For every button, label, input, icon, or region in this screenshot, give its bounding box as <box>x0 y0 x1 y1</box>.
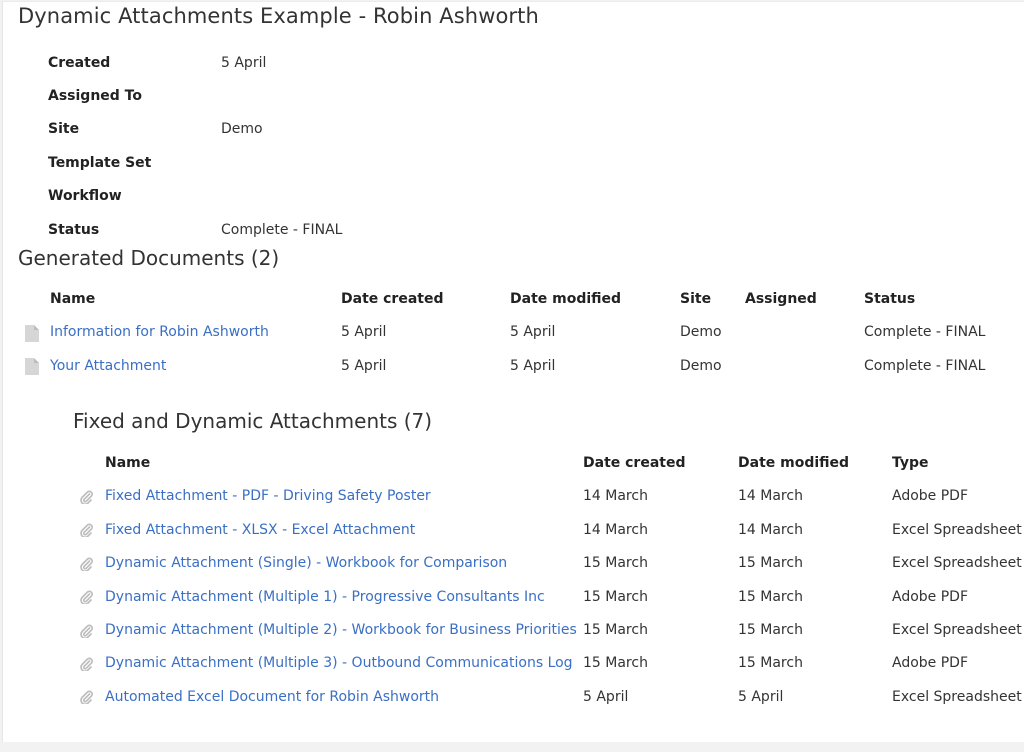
date-created: 14 March <box>583 488 648 505</box>
column-header-type[interactable]: Type <box>892 447 929 480</box>
properties-list: Created 5 April Assigned To Site Demo Te… <box>48 46 342 246</box>
column-header-name[interactable]: Name <box>50 283 95 316</box>
page-title: Dynamic Attachments Example - Robin Ashw… <box>18 4 539 28</box>
column-header-date-modified[interactable]: Date modified <box>510 283 621 316</box>
property-label: Workflow <box>48 188 122 205</box>
table-row: Automated Excel Document for Robin Ashwo… <box>0 681 1024 714</box>
property-status: Status Complete - FINAL <box>48 213 342 246</box>
table-row: Information for Robin Ashworth 5 April 5… <box>0 316 1024 349</box>
date-modified: 5 April <box>738 688 784 705</box>
paperclip-icon <box>80 647 93 680</box>
property-label: Site <box>48 121 80 138</box>
table-row: Fixed Attachment - XLSX - Excel Attachme… <box>0 514 1024 547</box>
attachments-rows: Fixed Attachment - PDF - Driving Safety … <box>0 480 1024 714</box>
site: Demo <box>680 357 722 374</box>
attachment-link[interactable]: Dynamic Attachment (Multiple 3) - Outbou… <box>105 647 573 680</box>
table-header: Name Date created Date modified Site Ass… <box>0 283 1024 316</box>
property-label: Template Set <box>48 154 152 171</box>
column-header-date-modified[interactable]: Date modified <box>738 447 849 480</box>
table-row: Dynamic Attachment (Multiple 3) - Outbou… <box>0 647 1024 680</box>
attachment-type: Excel Spreadsheet <box>892 621 1022 638</box>
column-header-status[interactable]: Status <box>864 283 915 316</box>
attachment-type: Excel Spreadsheet <box>892 688 1022 705</box>
property-label: Created <box>48 54 111 71</box>
date-created: 5 April <box>583 688 629 705</box>
generated-documents-table: Name Date created Date modified Site Ass… <box>0 283 1024 383</box>
date-created: 5 April <box>341 324 387 341</box>
date-created: 5 April <box>341 357 387 374</box>
table-row: Dynamic Attachment (Multiple 2) - Workbo… <box>0 614 1024 647</box>
date-modified: 5 April <box>510 324 556 341</box>
attachment-link[interactable]: Dynamic Attachment (Multiple 1) - Progre… <box>105 581 545 614</box>
table-row: Your Attachment 5 April 5 April Demo Com… <box>0 350 1024 383</box>
paperclip-icon <box>80 681 93 714</box>
date-modified: 15 March <box>738 621 803 638</box>
date-created: 15 March <box>583 588 648 605</box>
paperclip-icon <box>80 581 93 614</box>
table-row: Fixed Attachment - PDF - Driving Safety … <box>0 480 1024 513</box>
attachment-link[interactable]: Dynamic Attachment (Multiple 2) - Workbo… <box>105 614 577 647</box>
attachment-type: Adobe PDF <box>892 488 969 505</box>
status: Complete - FINAL <box>864 324 986 341</box>
date-created: 14 March <box>583 521 648 538</box>
paperclip-icon <box>80 547 93 580</box>
property-workflow: Workflow <box>48 180 342 213</box>
property-assigned-to: Assigned To <box>48 79 342 112</box>
paperclip-icon <box>80 514 93 547</box>
attachment-link[interactable]: Automated Excel Document for Robin Ashwo… <box>105 681 439 714</box>
property-label: Status <box>48 221 100 238</box>
date-modified: 15 March <box>738 655 803 672</box>
attachment-type: Excel Spreadsheet <box>892 521 1022 538</box>
document-link[interactable]: Your Attachment <box>50 350 166 383</box>
attachment-link[interactable]: Dynamic Attachment (Single) - Workbook f… <box>105 547 507 580</box>
document-link[interactable]: Information for Robin Ashworth <box>50 316 269 349</box>
property-value: 5 April <box>221 54 267 71</box>
column-header-date-created[interactable]: Date created <box>583 447 685 480</box>
column-header-site[interactable]: Site <box>680 283 711 316</box>
attachment-type: Excel Spreadsheet <box>892 555 1022 572</box>
date-modified: 14 March <box>738 488 803 505</box>
property-value: Complete - FINAL <box>221 221 343 238</box>
document-icon <box>25 350 39 383</box>
attachment-link[interactable]: Fixed Attachment - PDF - Driving Safety … <box>105 480 431 513</box>
property-label: Assigned To <box>48 88 142 105</box>
status: Complete - FINAL <box>864 357 986 374</box>
column-header-date-created[interactable]: Date created <box>341 283 443 316</box>
date-created: 15 March <box>583 655 648 672</box>
document-icon <box>25 316 39 349</box>
property-created: Created 5 April <box>48 46 342 79</box>
date-created: 15 March <box>583 555 648 572</box>
date-created: 15 March <box>583 621 648 638</box>
site: Demo <box>680 324 722 341</box>
attachments-title: Fixed and Dynamic Attachments (7) <box>73 409 433 433</box>
attachment-link[interactable]: Fixed Attachment - XLSX - Excel Attachme… <box>105 514 415 547</box>
paperclip-icon <box>80 480 93 513</box>
table-header: Name Date created Date modified Type <box>0 447 1024 480</box>
attachment-type: Adobe PDF <box>892 588 969 605</box>
table-row: Dynamic Attachment (Multiple 1) - Progre… <box>0 581 1024 614</box>
paperclip-icon <box>80 614 93 647</box>
attachments-table: Name Date created Date modified Type Fix… <box>0 447 1024 714</box>
column-header-name[interactable]: Name <box>105 447 150 480</box>
date-modified: 5 April <box>510 357 556 374</box>
date-modified: 14 March <box>738 521 803 538</box>
attachment-type: Adobe PDF <box>892 655 969 672</box>
generated-documents-title: Generated Documents (2) <box>18 246 280 270</box>
date-modified: 15 March <box>738 588 803 605</box>
table-row: Dynamic Attachment (Single) - Workbook f… <box>0 547 1024 580</box>
date-modified: 15 March <box>738 555 803 572</box>
column-header-assigned[interactable]: Assigned <box>745 283 817 316</box>
property-template-set: Template Set <box>48 146 342 179</box>
property-site: Site Demo <box>48 113 342 146</box>
property-value: Demo <box>221 121 263 138</box>
